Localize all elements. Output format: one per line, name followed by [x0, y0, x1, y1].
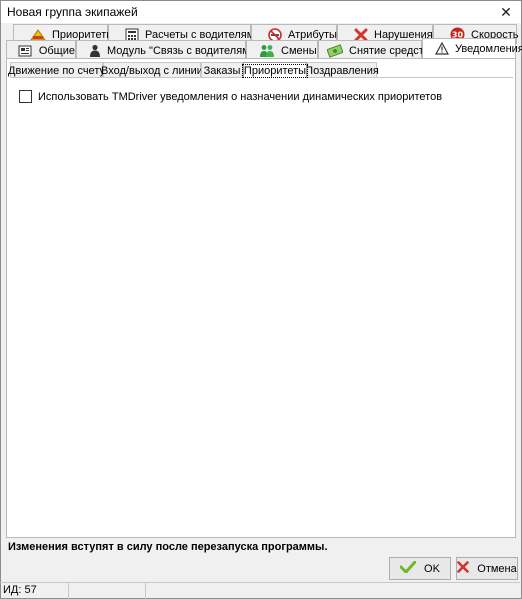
subtab-greetings[interactable]: Поздравления	[305, 62, 379, 78]
subtab-content-panel	[10, 77, 513, 535]
close-icon: ✕	[500, 3, 512, 20]
subtab-line-entry-exit[interactable]: Вход/выход с линии	[101, 62, 203, 78]
subtab-orders[interactable]: Заказы	[201, 62, 243, 78]
cancel-button-label: Отмена	[477, 562, 517, 575]
cancel-x-icon	[457, 561, 470, 576]
status-bar: ИД: 57	[0, 582, 520, 599]
tab-shifts[interactable]: Смены	[246, 40, 318, 60]
tab-general[interactable]: Общие	[6, 40, 76, 60]
driver-icon	[89, 44, 101, 58]
title-bar: Новая группа экипажей ✕	[1, 1, 521, 23]
tab-withdrawal[interactable]: Снятие средств	[318, 40, 430, 60]
subtab-account-movement[interactable]: Движение по счету	[8, 62, 105, 78]
cancel-button[interactable]: Отмена	[456, 557, 518, 580]
ok-button[interactable]: OK	[389, 557, 451, 580]
restart-notice: Изменения вступят в силу после перезапус…	[8, 541, 328, 553]
tmdriver-notifications-label: Использовать TMDriver уведомления о назн…	[38, 90, 443, 103]
status-cell-empty-2	[146, 583, 520, 599]
people-icon	[259, 44, 275, 58]
ok-button-label: OK	[424, 562, 440, 575]
close-button[interactable]: ✕	[491, 1, 521, 23]
tmdriver-notifications-checkbox[interactable]	[19, 90, 32, 103]
status-id: ИД: 57	[0, 583, 69, 599]
tmdriver-notifications-option: Использовать TMDriver уведомления о назн…	[19, 90, 442, 103]
tab-driver-connection-module[interactable]: Модуль "Связь с водителями"	[76, 40, 260, 60]
status-cell-empty-1	[69, 583, 146, 599]
warning-icon	[435, 41, 449, 56]
checkmark-icon	[399, 560, 417, 576]
window-title: Новая группа экипажей	[7, 5, 138, 19]
settings-card-icon	[17, 44, 33, 58]
subtab-priorities[interactable]: Приоритеты	[241, 62, 309, 78]
tab-notifications[interactable]: Уведомления	[422, 38, 522, 58]
money-icon	[327, 43, 343, 58]
